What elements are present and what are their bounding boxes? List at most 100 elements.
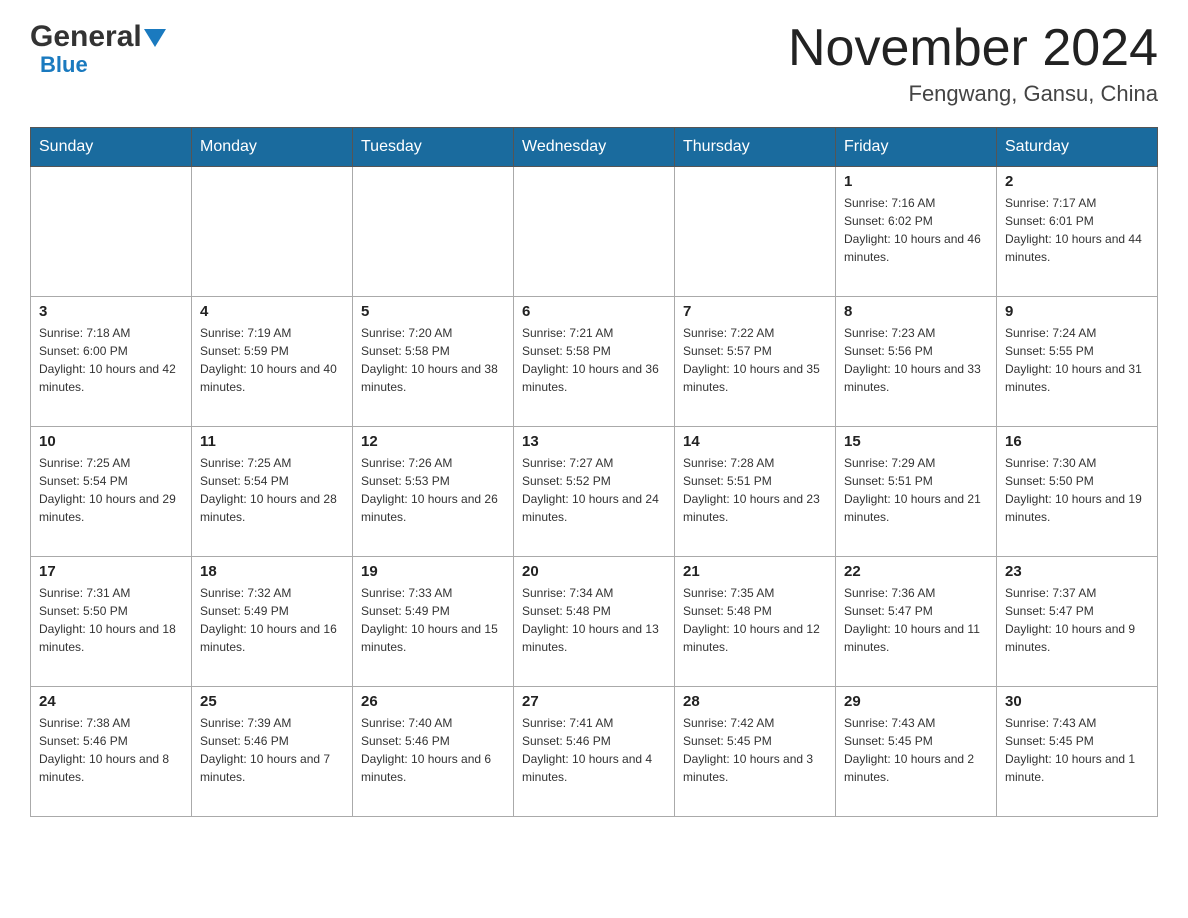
day-number: 23 <box>1005 563 1149 580</box>
day-info: Sunrise: 7:25 AMSunset: 5:54 PMDaylight:… <box>39 454 183 526</box>
day-info: Sunrise: 7:34 AMSunset: 5:48 PMDaylight:… <box>522 584 666 656</box>
calendar-cell: 8 Sunrise: 7:23 AMSunset: 5:56 PMDaylight… <box>836 297 997 427</box>
calendar-cell: 18 Sunrise: 7:32 AMSunset: 5:49 PMDayligh… <box>192 557 353 687</box>
calendar-cell: 20 Sunrise: 7:34 AMSunset: 5:48 PMDayligh… <box>514 557 675 687</box>
calendar-cell: 25 Sunrise: 7:39 AMSunset: 5:46 PMDayligh… <box>192 687 353 817</box>
day-info: Sunrise: 7:26 AMSunset: 5:53 PMDaylight:… <box>361 454 505 526</box>
day-info: Sunrise: 7:40 AMSunset: 5:46 PMDaylight:… <box>361 714 505 786</box>
day-number: 10 <box>39 433 183 450</box>
week-row-4: 17 Sunrise: 7:31 AMSunset: 5:50 PMDayligh… <box>31 557 1158 687</box>
day-info: Sunrise: 7:43 AMSunset: 5:45 PMDaylight:… <box>1005 714 1149 786</box>
calendar-cell: 3Sunrise: 7:18 AMSunset: 6:00 PMDaylight… <box>31 297 192 427</box>
calendar-cell: 10 Sunrise: 7:25 AMSunset: 5:54 PMDayligh… <box>31 427 192 557</box>
calendar-cell: 15 Sunrise: 7:29 AMSunset: 5:51 PMDayligh… <box>836 427 997 557</box>
logo-general-text: General <box>30 20 142 54</box>
calendar-cell: 4 Sunrise: 7:19 AMSunset: 5:59 PMDaylight… <box>192 297 353 427</box>
day-number: 11 <box>200 433 344 450</box>
day-info: Sunrise: 7:23 AMSunset: 5:56 PMDaylight:… <box>844 324 988 396</box>
logo: General Blue <box>30 20 166 78</box>
day-number: 1 <box>844 173 988 190</box>
day-number: 12 <box>361 433 505 450</box>
day-number: 15 <box>844 433 988 450</box>
day-number: 13 <box>522 433 666 450</box>
calendar-cell <box>353 167 514 297</box>
day-info: Sunrise: 7:25 AMSunset: 5:54 PMDaylight:… <box>200 454 344 526</box>
calendar-cell: 9Sunrise: 7:24 AMSunset: 5:55 PMDaylight… <box>997 297 1158 427</box>
day-number: 20 <box>522 563 666 580</box>
weekday-header-thursday: Thursday <box>675 128 836 167</box>
day-number: 9 <box>1005 303 1149 320</box>
day-info: Sunrise: 7:36 AMSunset: 5:47 PMDaylight:… <box>844 584 988 656</box>
day-number: 8 <box>844 303 988 320</box>
month-title: November 2024 <box>788 20 1158 77</box>
weekday-header-friday: Friday <box>836 128 997 167</box>
calendar-cell: 17 Sunrise: 7:31 AMSunset: 5:50 PMDayligh… <box>31 557 192 687</box>
day-info: Sunrise: 7:41 AMSunset: 5:46 PMDaylight:… <box>522 714 666 786</box>
day-info: Sunrise: 7:43 AMSunset: 5:45 PMDaylight:… <box>844 714 988 786</box>
day-number: 21 <box>683 563 827 580</box>
day-info: Sunrise: 7:39 AMSunset: 5:46 PMDaylight:… <box>200 714 344 786</box>
calendar-cell <box>514 167 675 297</box>
calendar-cell: 16 Sunrise: 7:30 AMSunset: 5:50 PMDayligh… <box>997 427 1158 557</box>
day-info: Sunrise: 7:29 AMSunset: 5:51 PMDaylight:… <box>844 454 988 526</box>
week-row-1: 1 Sunrise: 7:16 AMSunset: 6:02 PMDaylight… <box>31 167 1158 297</box>
calendar-cell <box>31 167 192 297</box>
day-number: 26 <box>361 693 505 710</box>
calendar-cell: 23Sunrise: 7:37 AMSunset: 5:47 PMDayligh… <box>997 557 1158 687</box>
calendar-cell: 22 Sunrise: 7:36 AMSunset: 5:47 PMDayligh… <box>836 557 997 687</box>
weekday-header-tuesday: Tuesday <box>353 128 514 167</box>
weekday-header-sunday: Sunday <box>31 128 192 167</box>
day-number: 29 <box>844 693 988 710</box>
day-info: Sunrise: 7:20 AMSunset: 5:58 PMDaylight:… <box>361 324 505 396</box>
calendar-cell: 29 Sunrise: 7:43 AMSunset: 5:45 PMDayligh… <box>836 687 997 817</box>
calendar-cell: 27 Sunrise: 7:41 AMSunset: 5:46 PMDayligh… <box>514 687 675 817</box>
logo-blue-text: Blue <box>40 52 88 78</box>
page-header: General Blue November 2024 Fengwang, Gan… <box>30 20 1158 107</box>
day-info: Sunrise: 7:42 AMSunset: 5:45 PMDaylight:… <box>683 714 827 786</box>
calendar-cell: 6 Sunrise: 7:21 AMSunset: 5:58 PMDaylight… <box>514 297 675 427</box>
day-number: 30 <box>1005 693 1149 710</box>
calendar-cell <box>192 167 353 297</box>
day-number: 6 <box>522 303 666 320</box>
day-info: Sunrise: 7:28 AMSunset: 5:51 PMDaylight:… <box>683 454 827 526</box>
title-block: November 2024 Fengwang, Gansu, China <box>788 20 1158 107</box>
day-info: Sunrise: 7:30 AMSunset: 5:50 PMDaylight:… <box>1005 454 1149 526</box>
calendar-cell: 1 Sunrise: 7:16 AMSunset: 6:02 PMDaylight… <box>836 167 997 297</box>
day-number: 16 <box>1005 433 1149 450</box>
calendar-table: SundayMondayTuesdayWednesdayThursdayFrid… <box>30 127 1158 817</box>
day-number: 27 <box>522 693 666 710</box>
calendar-cell: 5Sunrise: 7:20 AMSunset: 5:58 PMDaylight… <box>353 297 514 427</box>
weekday-header-wednesday: Wednesday <box>514 128 675 167</box>
day-info: Sunrise: 7:27 AMSunset: 5:52 PMDaylight:… <box>522 454 666 526</box>
weekday-header-monday: Monday <box>192 128 353 167</box>
calendar-cell: 24 Sunrise: 7:38 AMSunset: 5:46 PMDayligh… <box>31 687 192 817</box>
day-info: Sunrise: 7:38 AMSunset: 5:46 PMDaylight:… <box>39 714 183 786</box>
logo-triangle-icon <box>144 29 166 47</box>
day-number: 24 <box>39 693 183 710</box>
calendar-cell: 28 Sunrise: 7:42 AMSunset: 5:45 PMDayligh… <box>675 687 836 817</box>
day-info: Sunrise: 7:18 AMSunset: 6:00 PMDaylight:… <box>39 324 183 396</box>
day-info: Sunrise: 7:16 AMSunset: 6:02 PMDaylight:… <box>844 194 988 266</box>
day-number: 18 <box>200 563 344 580</box>
day-info: Sunrise: 7:17 AMSunset: 6:01 PMDaylight:… <box>1005 194 1149 266</box>
day-info: Sunrise: 7:21 AMSunset: 5:58 PMDaylight:… <box>522 324 666 396</box>
calendar-cell: 30 Sunrise: 7:43 AMSunset: 5:45 PMDayligh… <box>997 687 1158 817</box>
day-info: Sunrise: 7:33 AMSunset: 5:49 PMDaylight:… <box>361 584 505 656</box>
day-number: 4 <box>200 303 344 320</box>
day-number: 17 <box>39 563 183 580</box>
week-row-3: 10 Sunrise: 7:25 AMSunset: 5:54 PMDayligh… <box>31 427 1158 557</box>
calendar-cell: 12 Sunrise: 7:26 AMSunset: 5:53 PMDayligh… <box>353 427 514 557</box>
day-number: 22 <box>844 563 988 580</box>
day-info: Sunrise: 7:31 AMSunset: 5:50 PMDaylight:… <box>39 584 183 656</box>
day-info: Sunrise: 7:35 AMSunset: 5:48 PMDaylight:… <box>683 584 827 656</box>
day-info: Sunrise: 7:19 AMSunset: 5:59 PMDaylight:… <box>200 324 344 396</box>
day-number: 28 <box>683 693 827 710</box>
day-info: Sunrise: 7:32 AMSunset: 5:49 PMDaylight:… <box>200 584 344 656</box>
calendar-cell: 21 Sunrise: 7:35 AMSunset: 5:48 PMDayligh… <box>675 557 836 687</box>
week-row-2: 3Sunrise: 7:18 AMSunset: 6:00 PMDaylight… <box>31 297 1158 427</box>
calendar-cell: 26 Sunrise: 7:40 AMSunset: 5:46 PMDayligh… <box>353 687 514 817</box>
day-number: 25 <box>200 693 344 710</box>
calendar-cell: 13 Sunrise: 7:27 AMSunset: 5:52 PMDayligh… <box>514 427 675 557</box>
calendar-cell: 19Sunrise: 7:33 AMSunset: 5:49 PMDayligh… <box>353 557 514 687</box>
weekday-header-row: SundayMondayTuesdayWednesdayThursdayFrid… <box>31 128 1158 167</box>
